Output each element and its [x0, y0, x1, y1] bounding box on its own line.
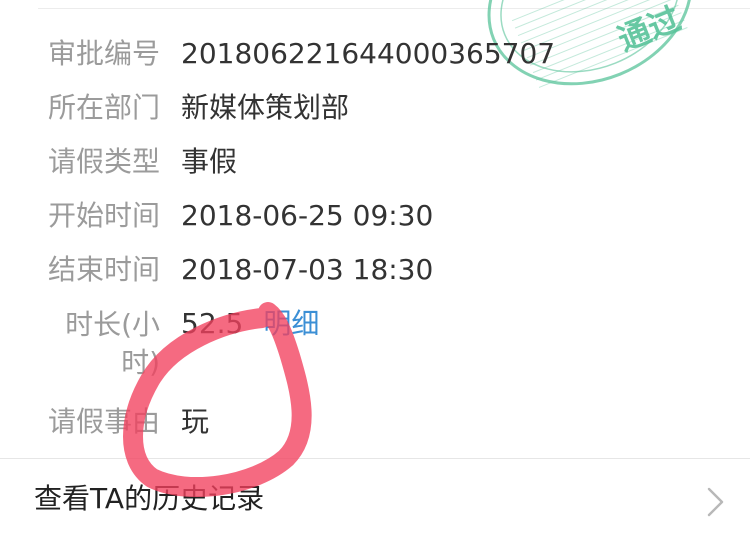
chevron-right-icon	[707, 487, 724, 517]
detail-row-duration: 时长(小时) 52.5 明细	[0, 306, 750, 386]
top-divider	[38, 8, 750, 9]
end-time-value: 2018-07-03 18:30	[181, 253, 434, 286]
history-record-label: 查看TA的历史记录	[34, 482, 265, 515]
start-time-label: 开始时间	[47, 199, 160, 232]
detail-row-end-time: 结束时间 2018-07-03 18:30	[0, 252, 750, 292]
duration-value: 52.5	[181, 307, 244, 340]
leave-type-label: 请假类型	[47, 145, 160, 178]
approval-detail-screen: 通过 审批编号 201806221644000365707 所在部门 新媒体策划…	[0, 0, 750, 539]
detail-row-department: 所在部门 新媒体策划部	[0, 90, 750, 130]
approval-number-label: 审批编号	[47, 37, 160, 70]
end-time-label: 结束时间	[47, 253, 160, 286]
history-record-row[interactable]: 查看TA的历史记录	[0, 459, 750, 539]
department-value: 新媒体策划部	[181, 91, 350, 124]
reason-value: 玩	[181, 405, 210, 438]
reason-label: 请假事由	[47, 405, 160, 438]
leave-type-value: 事假	[181, 145, 238, 178]
duration-label: 时长(小时)	[65, 308, 160, 379]
detail-row-reason: 请假事由 玩	[0, 404, 750, 444]
start-time-value: 2018-06-25 09:30	[181, 199, 434, 232]
duration-value-group: 52.5 明细	[181, 306, 319, 342]
duration-detail-link[interactable]: 明细	[263, 307, 319, 340]
detail-row-start-time: 开始时间 2018-06-25 09:30	[0, 198, 750, 238]
department-label: 所在部门	[47, 91, 160, 124]
detail-row-approval-number: 审批编号 201806221644000365707	[0, 36, 750, 76]
detail-row-leave-type: 请假类型 事假	[0, 144, 750, 184]
approval-number-value: 201806221644000365707	[181, 37, 556, 70]
